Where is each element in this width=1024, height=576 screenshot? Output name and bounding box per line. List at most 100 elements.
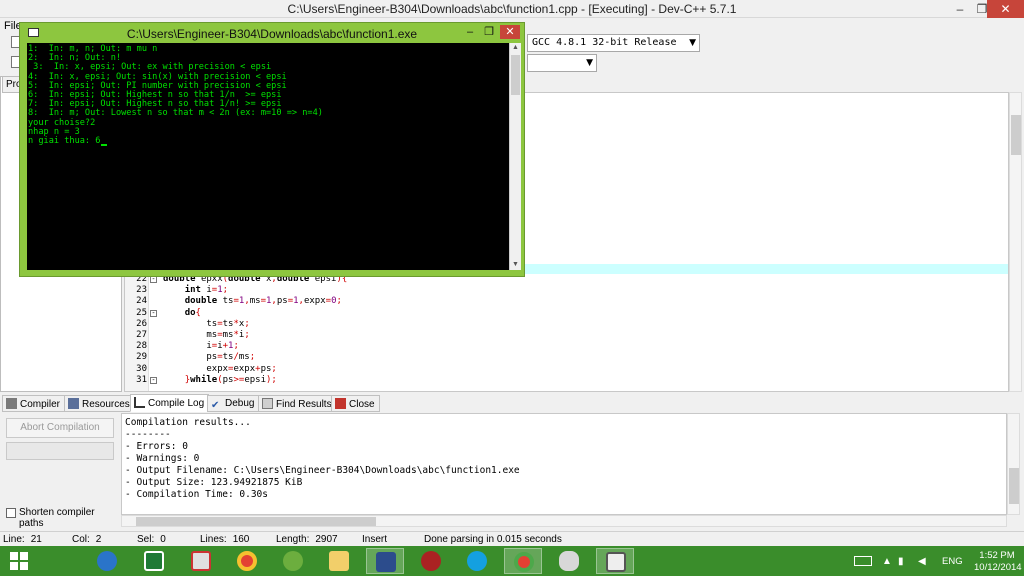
code-text: double ts=1,ms=1,ps=1,expx=0; <box>184 296 342 307</box>
line-number: 23 <box>136 285 147 296</box>
line-number: 27 <box>136 330 147 340</box>
status-parse: Done parsing in 0.015 seconds <box>424 534 562 545</box>
fold-toggle-icon[interactable]: - <box>150 309 157 317</box>
console-minimize-button[interactable]: – <box>463 25 477 39</box>
arrow-up-icon[interactable]: ▲ <box>882 556 892 567</box>
app-icon <box>421 551 441 571</box>
tab-compile-log[interactable]: Compile Log <box>130 394 210 412</box>
close-button[interactable]: ✕ <box>987 0 1024 18</box>
scroll-up-icon[interactable]: ▲ <box>510 43 521 53</box>
system-tray: ▲ ▮ ◀ ENG 1:52 PM 10/12/2014 <box>850 546 1024 576</box>
tab-compiler[interactable]: Compiler <box>2 395 66 412</box>
status-lines-value: 160 <box>232 534 250 545</box>
language-indicator[interactable]: ENG <box>942 556 963 567</box>
log-horizontal-scrollbar[interactable] <box>121 515 1007 527</box>
tab-debug-label: Debug <box>225 398 255 409</box>
app-icon <box>283 551 303 571</box>
log-line: -------- <box>125 429 171 440</box>
taskbar-chrome-2[interactable] <box>504 548 542 574</box>
taskbar-skype[interactable] <box>458 548 496 574</box>
status-sel-value: 0 <box>160 534 166 545</box>
status-col-value: 2 <box>95 534 102 545</box>
compile-options-panel: Abort Compilation Shorten compiler paths <box>0 412 120 529</box>
log-line: - Output Filename: C:\Users\Engineer-B30… <box>125 465 520 476</box>
chevron-down-icon: ▼ <box>689 38 696 48</box>
compiler-select[interactable]: GCC 4.8.1 32-bit Release ▼ <box>527 34 700 52</box>
start-button[interactable] <box>2 548 38 574</box>
tab-close[interactable]: Close <box>331 395 380 412</box>
shorten-paths-label: Shorten compiler paths <box>19 507 95 529</box>
code-text: }while(ps>=epsi); <box>184 374 277 385</box>
taskbar-app-green[interactable] <box>274 548 312 574</box>
log-line: - Output Size: 123.94921875 KiB <box>125 477 303 488</box>
text-cursor <box>100 144 107 146</box>
taskbar-app-red[interactable] <box>182 548 220 574</box>
code-text: i=i+1; <box>206 341 239 352</box>
console-output[interactable]: 1: In: m, n; Out: m mu n 2: In: n; Out: n… <box>27 43 509 270</box>
taskbar-chrome[interactable] <box>228 548 266 574</box>
log-line: - Errors: 0 <box>125 441 188 452</box>
tab-find-results-label: Find Results <box>276 399 332 410</box>
log-line: Compilation results... <box>125 417 251 428</box>
tab-resources[interactable]: Resources <box>64 395 135 412</box>
scrollbar-thumb[interactable] <box>1011 115 1021 155</box>
resources-icon <box>68 398 79 409</box>
console-maximize-button[interactable]: ❐ <box>482 25 496 39</box>
scrollbar-thumb[interactable] <box>1009 468 1019 504</box>
log-vertical-scrollbar[interactable] <box>1007 413 1020 515</box>
code-text: ms=ms*i; <box>206 330 250 340</box>
status-sel: Sel: 0 <box>137 534 166 545</box>
ide-window-title: C:\Users\Engineer-B304\Downloads\abc\fun… <box>287 2 737 16</box>
status-length-value: 2907 <box>315 534 338 545</box>
console-titlebar[interactable]: C:\Users\Engineer-B304\Downloads\abc\fun… <box>20 23 524 43</box>
status-length-label: Length: <box>276 534 310 545</box>
folder-icon <box>329 551 349 571</box>
function-select[interactable]: ▼ <box>527 54 597 72</box>
status-line-value: 21 <box>30 534 42 545</box>
line-number: 25 <box>136 307 147 318</box>
code-text: int i=1; <box>184 285 229 296</box>
keyboard-icon[interactable] <box>854 556 872 566</box>
fold-toggle-icon[interactable]: - <box>150 276 157 283</box>
chevron-down-icon: ▼ <box>586 58 593 68</box>
tab-find-results[interactable]: Find Results <box>258 395 337 412</box>
bottom-tabs: Compiler Resources Compile Log ✔ Debug Fi… <box>0 394 1024 412</box>
editor-scrollbar[interactable] <box>1009 92 1022 392</box>
log-line: - Compilation Time: 0.30s <box>125 489 268 500</box>
scrollbar-thumb[interactable] <box>511 55 520 95</box>
taskbar-paint[interactable] <box>550 548 588 574</box>
skype-icon <box>467 551 487 571</box>
taskbar-store[interactable] <box>135 548 173 574</box>
taskbar-app-figure[interactable] <box>412 548 450 574</box>
ide-titlebar: C:\Users\Engineer-B304\Downloads\abc\fun… <box>0 0 1024 18</box>
status-line-label: Line: <box>3 534 25 545</box>
clock-date[interactable]: 10/12/2014 <box>974 562 1022 573</box>
abort-compilation-button[interactable]: Abort Compilation <box>6 418 114 438</box>
taskbar-ie[interactable] <box>88 548 126 574</box>
console-close-button[interactable]: ✕ <box>500 25 520 39</box>
taskbar-devcpp[interactable] <box>366 548 404 574</box>
scrollbar-thumb[interactable] <box>136 517 376 526</box>
compile-log-output[interactable]: Compilation results... -------- - Errors: … <box>121 413 1007 515</box>
taskbar-folder[interactable] <box>320 548 358 574</box>
volume-icon[interactable]: ◀ <box>918 556 926 567</box>
shorten-paths-checkbox[interactable] <box>6 508 16 518</box>
clock-time[interactable]: 1:52 PM <box>974 550 1020 561</box>
network-icon[interactable]: ▮ <box>898 556 904 567</box>
console-window[interactable]: C:\Users\Engineer-B304\Downloads\abc\fun… <box>19 22 525 277</box>
fold-toggle-icon[interactable]: - <box>150 376 157 384</box>
code-text: ps=ts/ms; <box>206 352 256 363</box>
close-icon <box>335 398 346 409</box>
check-icon: ✔ <box>211 400 220 411</box>
console-title: C:\Users\Engineer-B304\Downloads\abc\fun… <box>126 27 418 41</box>
line-number: 28 <box>136 341 147 352</box>
status-lines-label: Lines: <box>200 534 227 545</box>
tab-compiler-label: Compiler <box>20 399 61 410</box>
scroll-down-icon[interactable]: ▼ <box>510 260 521 270</box>
status-lines: Lines: 160 <box>200 534 249 545</box>
store-icon <box>144 551 164 571</box>
code-text: expx=expx+ps; <box>206 363 277 374</box>
tab-debug[interactable]: ✔ Debug <box>207 395 260 412</box>
taskbar-console[interactable] <box>596 548 634 574</box>
console-scrollbar[interactable]: ▲ ▼ <box>509 43 521 270</box>
